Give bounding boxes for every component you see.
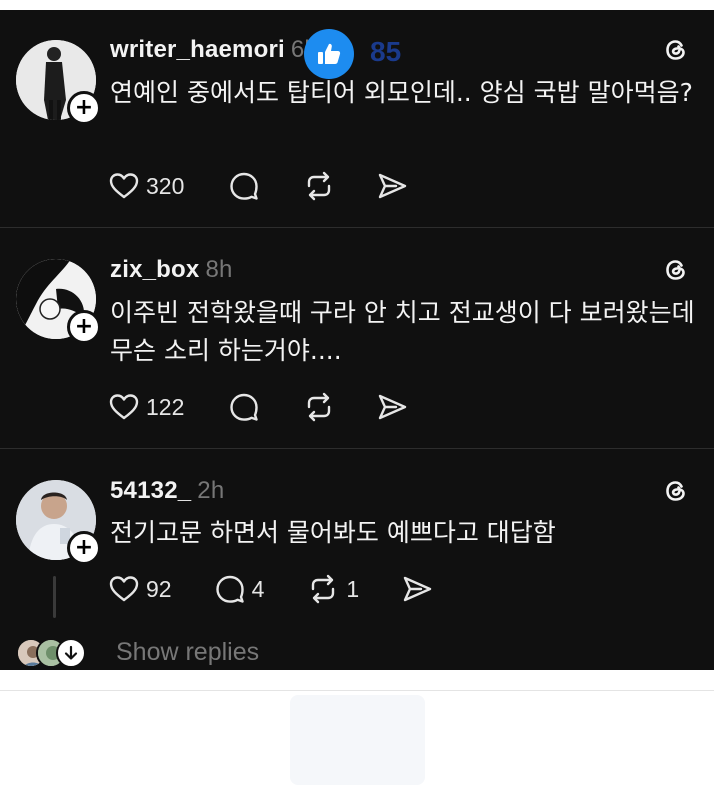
- threads-icon[interactable]: [662, 256, 690, 284]
- repost-icon: [308, 171, 331, 201]
- send-icon: [403, 576, 432, 602]
- repost-button[interactable]: 1: [306, 573, 359, 605]
- post-actions: 92 4 1: [108, 571, 433, 607]
- like-count: 122: [146, 393, 185, 420]
- post-header: writer_haemori6h: [110, 36, 318, 64]
- username[interactable]: 54132_: [110, 477, 191, 504]
- follow-button[interactable]: +: [67, 91, 101, 125]
- threads-icon[interactable]: [662, 36, 690, 64]
- follow-button[interactable]: +: [67, 531, 101, 565]
- comment-button[interactable]: 4: [214, 573, 265, 605]
- like-button[interactable]: 92: [108, 573, 172, 605]
- timestamp: 2h: [197, 477, 225, 504]
- reaction-bar: [0, 691, 714, 790]
- follow-button[interactable]: +: [67, 310, 101, 344]
- expand-replies-button[interactable]: [56, 638, 86, 668]
- share-button[interactable]: [401, 573, 433, 605]
- comment-icon: [230, 172, 259, 200]
- comment-icon: [215, 575, 244, 603]
- plus-icon: +: [74, 314, 94, 339]
- threads-icon[interactable]: [662, 477, 690, 505]
- repost-button[interactable]: [302, 170, 336, 202]
- divider: [0, 448, 714, 449]
- comment-icon: [230, 393, 259, 421]
- replies-avatars[interactable]: [16, 636, 86, 670]
- show-replies-link[interactable]: Show replies: [116, 638, 259, 667]
- repost-button[interactable]: [302, 391, 336, 423]
- post-text: 이주빈 전학왔을때 구라 안 치고 전교생이 다 보러왔는데 무슨 소리 하는거…: [110, 298, 695, 365]
- send-icon: [379, 173, 407, 199]
- repost-icon: [312, 574, 335, 604]
- heart-icon: [109, 173, 139, 199]
- post-text: 연예인 중에서도 탑티어 외모인데.. 양심 국밥 말아먹음?: [110, 78, 693, 107]
- share-button[interactable]: [376, 170, 408, 202]
- thread-line: [53, 576, 56, 618]
- plus-icon: +: [74, 535, 94, 560]
- like-button[interactable]: 320: [108, 170, 184, 202]
- plus-icon: +: [74, 95, 94, 120]
- username[interactable]: zix_box: [110, 256, 199, 283]
- share-button[interactable]: [376, 391, 408, 423]
- repost-icon: [308, 392, 331, 422]
- like-count: 320: [146, 172, 185, 199]
- like-count: 92: [146, 575, 172, 602]
- username[interactable]: writer_haemori: [110, 36, 285, 63]
- thumbs-up-button[interactable]: [304, 29, 354, 79]
- post-text: 전기고문 하면서 물어봐도 예쁘다고 대답함: [110, 518, 556, 547]
- comment-button[interactable]: [228, 391, 260, 423]
- post-actions: 122: [108, 389, 408, 425]
- send-icon: [379, 394, 407, 420]
- like-button[interactable]: 122: [108, 391, 184, 423]
- repost-count: 1: [346, 575, 360, 602]
- arrow-down-icon: [64, 645, 78, 660]
- heart-icon: [109, 394, 139, 420]
- thumbs-up-icon: [318, 43, 341, 64]
- heart-icon: [109, 576, 139, 602]
- timestamp: 8h: [205, 256, 233, 283]
- divider: [0, 227, 714, 228]
- post-header: 54132_ 2h: [110, 477, 224, 505]
- comment-count: 4: [251, 575, 265, 602]
- comment-button[interactable]: [228, 170, 260, 202]
- like-reaction[interactable]: [290, 695, 425, 785]
- post-header: zix_box 8h: [110, 256, 233, 284]
- post-actions: 320: [108, 168, 408, 204]
- reaction-count: 85: [370, 36, 402, 67]
